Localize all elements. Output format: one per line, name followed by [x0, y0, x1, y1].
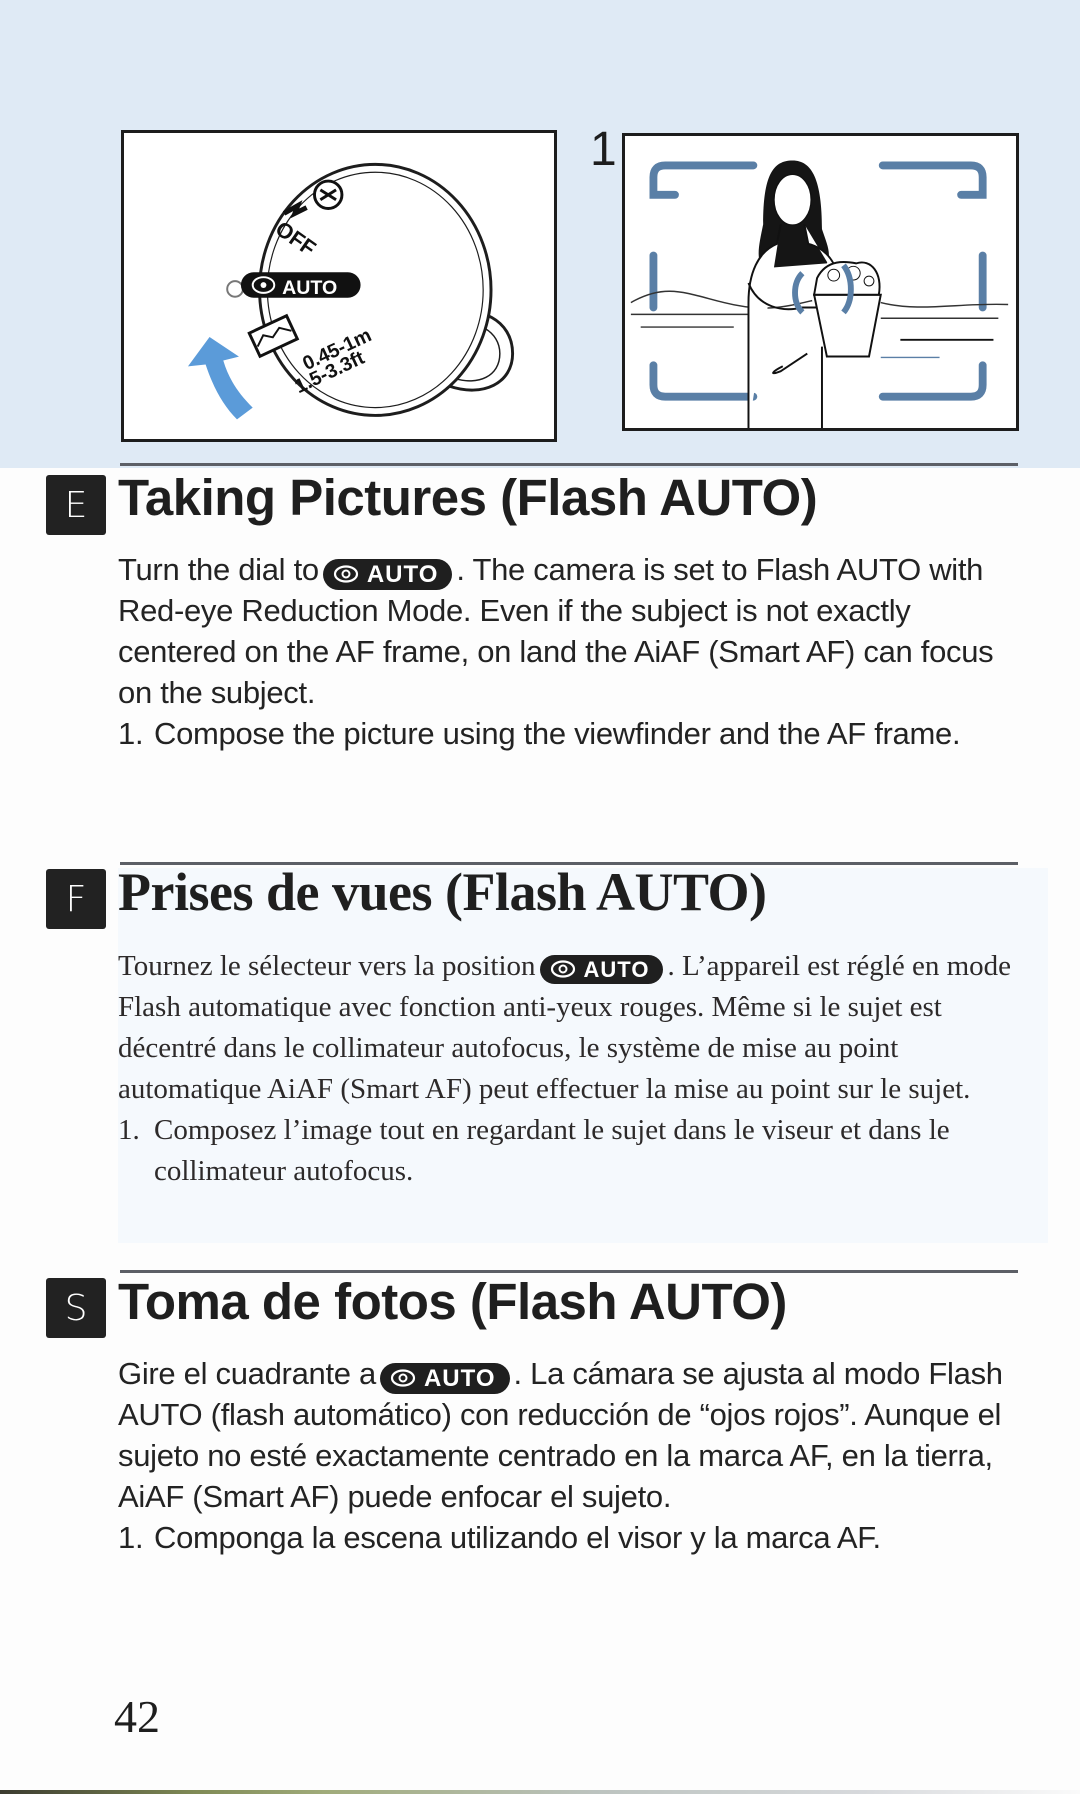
subject-person-figure — [747, 160, 882, 428]
dial-index-mark — [226, 280, 244, 298]
intro-paragraph: Turn the dial to AUTO. The camera is set … — [118, 552, 994, 710]
step-number: 1 — [590, 123, 617, 176]
flash-auto-mode-badge: AUTO — [322, 558, 453, 590]
red-eye-icon — [333, 564, 359, 584]
language-badge-french: F — [46, 869, 106, 929]
step-item: 1. Composez l’image tout en regardant le… — [118, 1114, 950, 1187]
section-divider-english — [120, 463, 1018, 466]
mode-dial-drawing: OFF AUTO 0.45-1m 1.5-3.3ft — [187, 162, 515, 420]
mode-dial-illustration: OFF AUTO 0.45-1m 1.5-3.3ft — [121, 130, 557, 442]
red-eye-icon — [390, 1368, 416, 1388]
section-body-french: Tournez le sélecteur vers la position AUT… — [118, 946, 1018, 1192]
svg-text:AUTO: AUTO — [282, 277, 337, 299]
red-eye-icon — [550, 959, 576, 979]
section-body-english: Turn the dial to AUTO. The camera is set … — [118, 549, 1018, 754]
language-badge-english: E — [46, 475, 106, 535]
page-number: 42 — [114, 1691, 160, 1742]
flash-auto-mode-badge: AUTO — [379, 1362, 510, 1394]
flash-auto-mode-badge: AUTO — [539, 954, 664, 984]
intro-paragraph: Gire el cuadrante a AUTO. La cámara se aj… — [118, 1356, 1003, 1514]
rotate-direction-arrow-icon — [187, 337, 253, 420]
viewfinder-drawing — [630, 160, 1009, 428]
section-body-spanish: Gire el cuadrante a AUTO. La cámara se aj… — [118, 1353, 1018, 1558]
scan-bottom-edge — [0, 1790, 1080, 1794]
step-item: 1. Compose the picture using the viewfin… — [118, 716, 961, 751]
section-title-french: Prises de vues (Flash AUTO) — [118, 862, 767, 922]
dial-auto-position: AUTO — [240, 272, 361, 299]
section-title-spanish: Toma de fotos (Flash AUTO) — [118, 1273, 787, 1330]
section-title-english: Taking Pictures (Flash AUTO) — [118, 469, 818, 526]
language-badge-spanish: S — [46, 1278, 106, 1338]
intro-paragraph: Tournez le sélecteur vers la position AUT… — [118, 950, 1012, 1105]
viewfinder-illustration — [622, 133, 1019, 431]
step-item: 1. Componga la escena utilizando el viso… — [118, 1520, 881, 1555]
